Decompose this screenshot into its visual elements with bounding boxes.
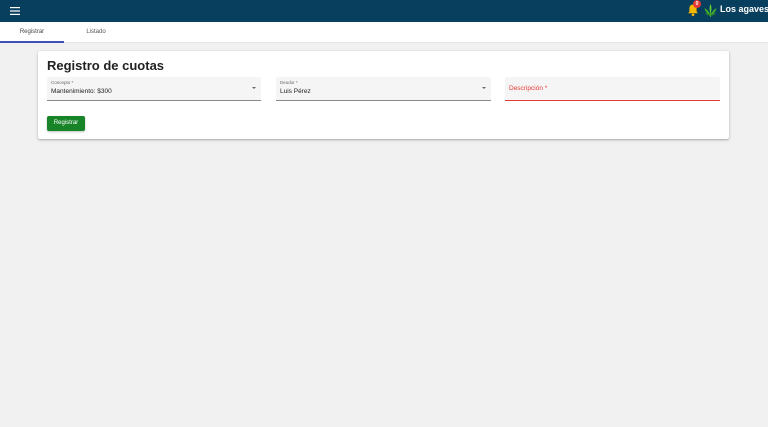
menu-icon[interactable]: [9, 5, 21, 17]
deudor-value: Luis Pérez: [280, 88, 311, 95]
leaf-logo-icon: [704, 4, 717, 17]
registration-card: Registro de cuotas Concepto * Mantenimie…: [38, 51, 729, 139]
chevron-down-icon: [482, 87, 486, 89]
top-app-bar: 0 Los agaves: [0, 0, 768, 22]
chevron-down-icon: [252, 87, 256, 89]
brand-name: Los agaves: [720, 4, 768, 14]
tab-registrar-label: Registrar: [19, 29, 45, 35]
notification-count-badge: 0: [693, 0, 701, 8]
concepto-label: Concepto *: [51, 80, 74, 85]
tab-listado[interactable]: Listado: [64, 22, 128, 42]
tab-registrar[interactable]: Registrar: [0, 22, 64, 43]
registrar-button[interactable]: Registrar: [47, 116, 85, 131]
tab-listado-label: Listado: [86, 29, 106, 35]
descripcion-field[interactable]: Descripción *: [505, 77, 720, 101]
deudor-select[interactable]: Deudor * Luis Pérez: [276, 77, 491, 101]
concepto-value: Mantenimiento: $300: [51, 88, 112, 95]
tab-bar: Registrar Listado: [0, 22, 768, 43]
active-tab-indicator: [0, 41, 64, 43]
page-title: Registro de cuotas: [47, 58, 165, 73]
deudor-label: Deudor *: [280, 80, 298, 85]
descripcion-placeholder: Descripción *: [509, 85, 548, 92]
concepto-select[interactable]: Concepto * Mantenimiento: $300: [47, 77, 261, 101]
